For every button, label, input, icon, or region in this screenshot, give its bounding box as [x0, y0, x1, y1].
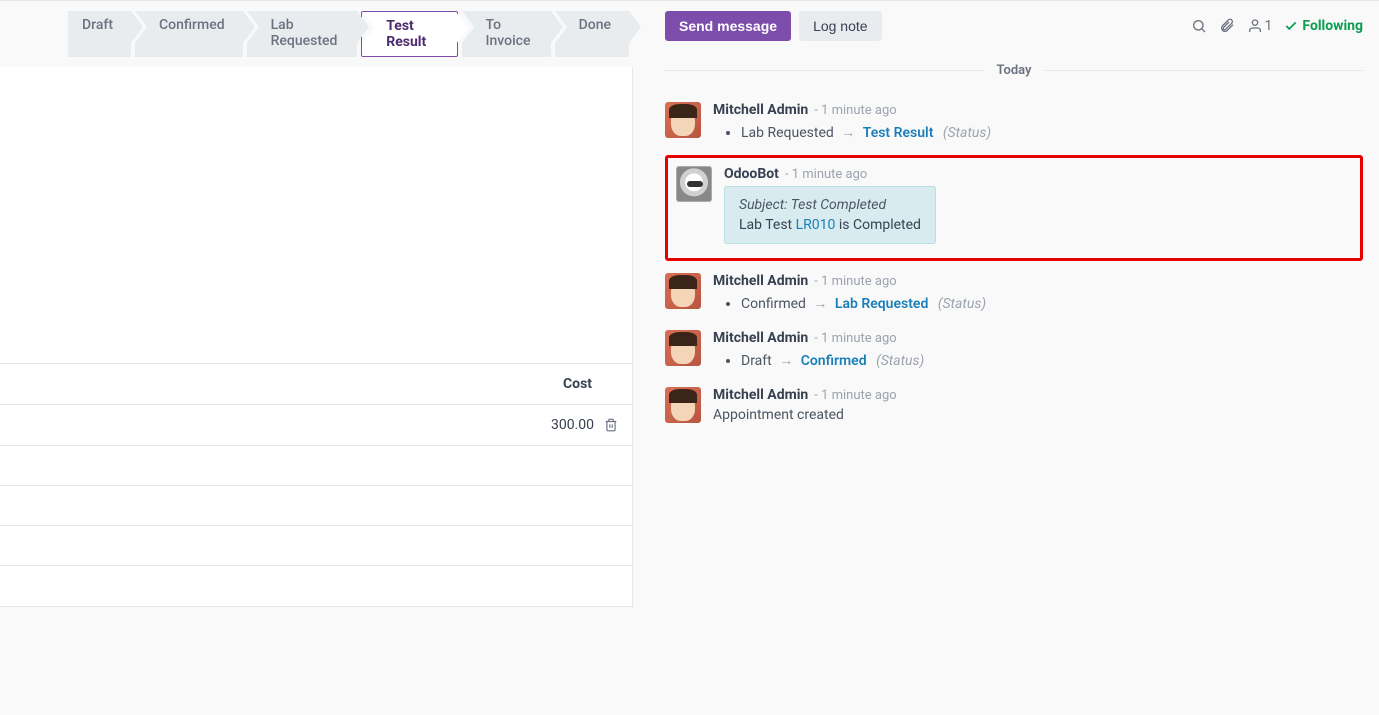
status-step-lab-requested[interactable]: Lab Requested	[247, 11, 358, 57]
cost-value: 300.00	[551, 417, 594, 433]
status-step-draft[interactable]: Draft	[68, 11, 131, 57]
highlighted-message: OdooBot - 1 minute ago Subject: Test Com…	[665, 155, 1363, 261]
avatar	[665, 330, 701, 366]
empty-row	[0, 566, 632, 606]
status-to[interactable]: Test Result	[863, 125, 934, 141]
follower-count-value: 1	[1265, 18, 1273, 34]
status-field-label: (Status)	[938, 296, 986, 312]
message-item: Mitchell Admin - 1 minute ago Confirmed …	[665, 265, 1363, 322]
following-button[interactable]: Following	[1284, 18, 1363, 34]
status-bar: Draft Confirmed Lab Requested Test Resul…	[0, 1, 633, 67]
status-step-test-result[interactable]: Test Result	[361, 11, 457, 57]
form-panel: Draft Confirmed Lab Requested Test Resul…	[0, 1, 633, 715]
message-subject-box: Subject: Test Completed Lab Test LR010 i…	[724, 186, 936, 244]
message-author: OdooBot	[724, 166, 779, 182]
body-prefix: Lab Test	[739, 217, 796, 233]
message-time: - 1 minute ago	[785, 167, 867, 182]
message-author: Mitchell Admin	[713, 330, 808, 346]
arrow-icon: →	[813, 296, 827, 312]
avatar	[676, 166, 712, 202]
status-from: Lab Requested	[741, 125, 834, 141]
arrow-icon: →	[779, 353, 793, 369]
status-field-label: (Status)	[943, 125, 991, 141]
empty-row	[0, 526, 632, 566]
message-time: - 1 minute ago	[814, 103, 896, 118]
body-suffix: is Completed	[835, 217, 921, 233]
message-time: - 1 minute ago	[814, 274, 896, 289]
subject-text: Test Completed	[791, 197, 886, 213]
followers-button[interactable]: 1	[1247, 18, 1273, 34]
avatar	[665, 273, 701, 309]
status-step-confirmed[interactable]: Confirmed	[135, 11, 243, 57]
attachment-icon[interactable]	[1219, 18, 1235, 34]
message-author: Mitchell Admin	[713, 102, 808, 118]
message-item: Mitchell Admin - 1 minute ago Lab Reques…	[665, 94, 1363, 151]
form-content: Cost 300.00	[0, 67, 633, 607]
status-field-label: (Status)	[876, 353, 924, 369]
chatter-panel: Send message Log note 1 Following	[633, 1, 1379, 715]
status-step-to-invoice[interactable]: To Invoice	[462, 11, 551, 57]
trash-icon[interactable]	[604, 418, 618, 432]
log-note-button[interactable]: Log note	[799, 11, 882, 41]
chatter-header: Send message Log note 1 Following	[665, 11, 1363, 41]
send-message-button[interactable]: Send message	[665, 11, 791, 41]
search-icon[interactable]	[1191, 18, 1207, 34]
lab-test-link[interactable]: LR010	[796, 217, 836, 233]
status-step-done[interactable]: Done	[555, 11, 629, 57]
empty-row	[0, 486, 632, 526]
cost-row: 300.00	[0, 405, 632, 446]
arrow-icon: →	[841, 125, 855, 141]
avatar	[665, 387, 701, 423]
subject-prefix: Subject:	[739, 197, 791, 213]
message-item: Mitchell Admin - 1 minute ago Draft → Co…	[665, 322, 1363, 379]
avatar	[665, 102, 701, 138]
date-divider: Today	[665, 63, 1363, 78]
cost-column-header: Cost	[0, 363, 632, 405]
status-to[interactable]: Confirmed	[801, 353, 867, 369]
message-author: Mitchell Admin	[713, 387, 808, 403]
status-to[interactable]: Lab Requested	[835, 296, 928, 312]
message-text: Appointment created	[713, 407, 1363, 423]
empty-row	[0, 446, 632, 486]
message-author: Mitchell Admin	[713, 273, 808, 289]
status-from: Confirmed	[741, 296, 806, 312]
message-time: - 1 minute ago	[814, 331, 896, 346]
message-item: Mitchell Admin - 1 minute ago Appointmen…	[665, 379, 1363, 431]
status-from: Draft	[741, 353, 772, 369]
message-time: - 1 minute ago	[814, 388, 896, 403]
